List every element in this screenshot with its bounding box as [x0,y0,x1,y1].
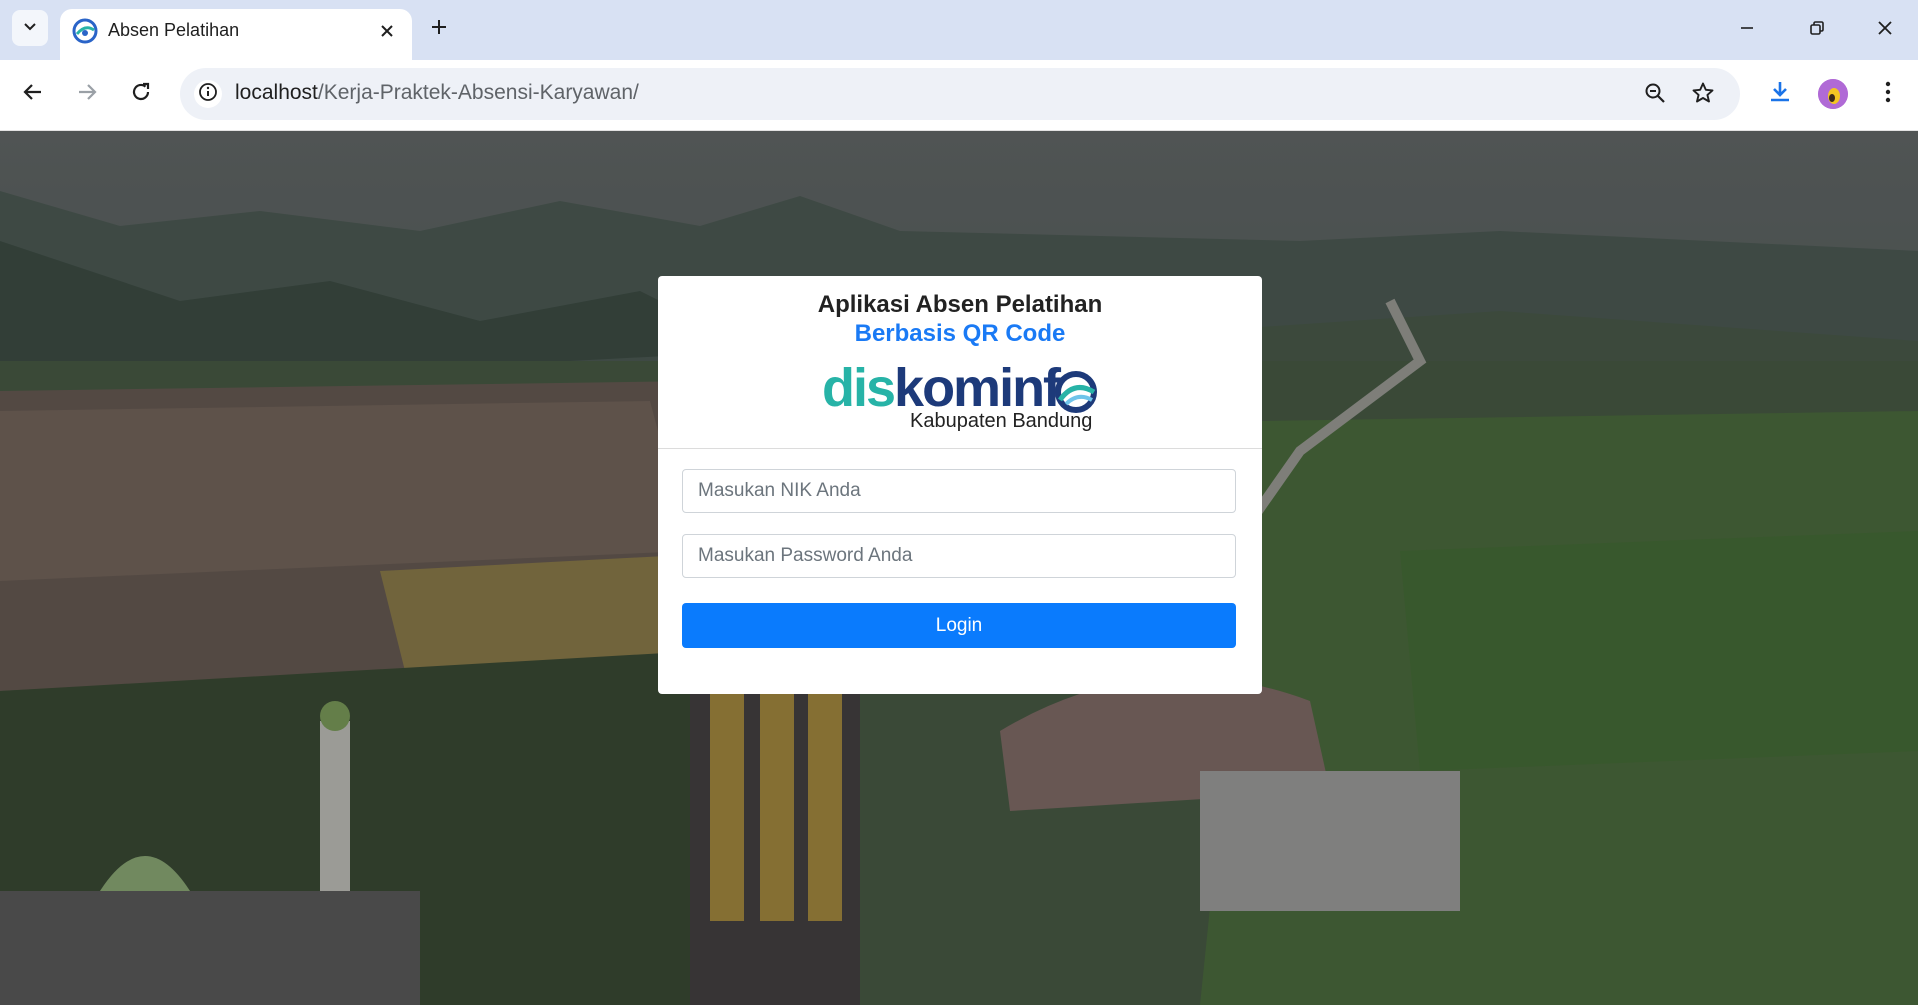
info-icon [198,82,218,107]
restore-icon [1809,20,1825,41]
tab-search-button[interactable] [12,10,48,46]
password-input[interactable] [682,534,1236,578]
minimize-icon [1739,20,1755,41]
reload-button[interactable] [122,75,160,113]
nik-input[interactable] [682,469,1236,513]
zoom-out-icon [1644,82,1666,109]
logo-part-dis: dis [822,358,896,418]
star-icon [1691,81,1715,110]
forward-button[interactable] [68,75,106,113]
plus-icon [430,18,448,41]
profile-avatar[interactable] [1818,79,1848,109]
reload-icon [130,81,152,108]
close-icon [1877,20,1893,41]
url-path: /Kerja-Praktek-Absensi-Karyawan/ [317,81,639,104]
zoom-button[interactable] [1640,80,1670,110]
bookmark-button[interactable] [1688,80,1718,110]
logo-wordmark: diskominf [822,358,1061,418]
downloads-button[interactable] [1762,76,1798,112]
logo-part-kominf: kominf [894,358,1061,418]
page-title: Aplikasi Absen Pelatihan [817,291,1103,318]
minimize-button[interactable] [1724,10,1770,50]
download-icon [1767,79,1793,110]
login-card-header: Aplikasi Absen Pelatihan Berbasis QR Cod… [658,276,1262,449]
close-icon[interactable] [376,20,398,42]
browser-menu-button[interactable] [1870,76,1906,112]
page-subtitle: Berbasis QR Code [854,320,1066,347]
kominfo-favicon-icon [72,18,98,44]
site-info-button[interactable] [194,80,222,108]
arrow-right-icon [76,81,98,108]
back-button[interactable] [14,75,52,113]
browser-tab[interactable]: Absen Pelatihan [60,9,412,60]
url-host: localhost [235,81,318,104]
arrow-left-icon [22,81,44,108]
tab-strip: Absen Pelatihan [0,0,1918,60]
more-vertical-icon [1885,81,1891,108]
chevron-down-icon [22,18,38,39]
logo-swirl-icon [1055,371,1097,413]
new-tab-button[interactable] [424,14,454,44]
url-text[interactable]: localhost/Kerja-Praktek-Absensi-Karyawan… [235,81,639,105]
login-button[interactable]: Login [682,603,1236,648]
close-window-button[interactable] [1862,10,1908,50]
diskominfo-logo: diskominf Kabupaten Bandung [822,360,1102,434]
address-bar[interactable]: localhost/Kerja-Praktek-Absensi-Karyawan… [180,68,1740,120]
page-viewport: Aplikasi Absen Pelatihan Berbasis QR Cod… [0,131,1918,1005]
browser-toolbar: localhost/Kerja-Praktek-Absensi-Karyawan… [0,60,1918,131]
logo-tagline: Kabupaten Bandung [910,410,1093,432]
tab-title: Absen Pelatihan [108,20,240,40]
login-card: Aplikasi Absen Pelatihan Berbasis QR Cod… [658,276,1262,694]
restore-button[interactable] [1794,10,1840,50]
